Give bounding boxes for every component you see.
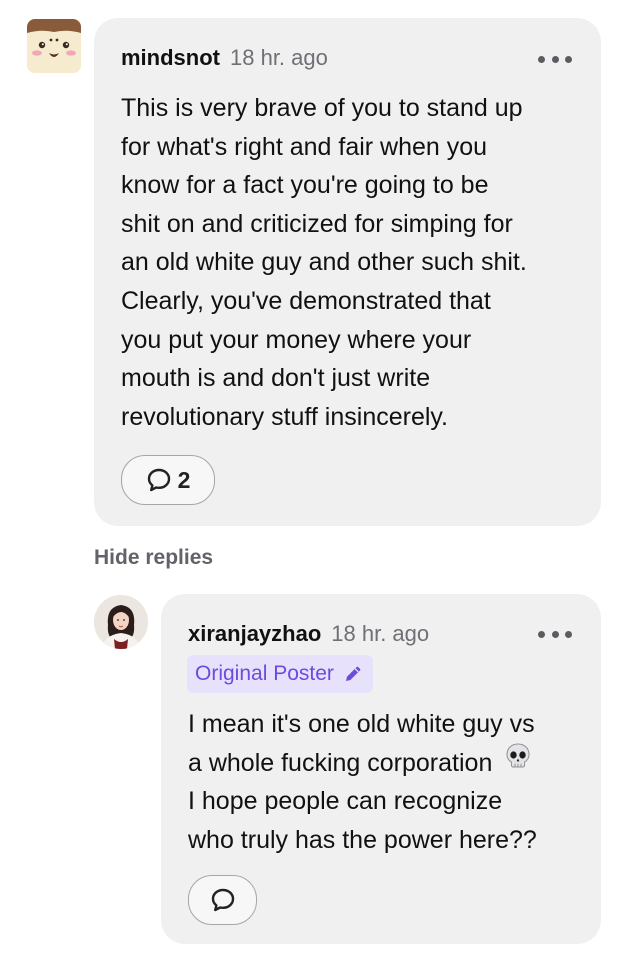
reply-line: I hope people can recognize bbox=[188, 787, 503, 816]
speech-bubble-icon bbox=[211, 888, 234, 912]
comment-line: an old white guy and other such shit. bbox=[121, 248, 527, 277]
reply-line: who truly has the power here?? bbox=[188, 825, 537, 854]
comment-header: mindsnot 18 hr. ago bbox=[121, 45, 328, 71]
comment-line: This is very brave of you to stand up bbox=[121, 94, 523, 122]
comment-line: Clearly, you've demonstrated that bbox=[121, 286, 491, 315]
comment-username[interactable]: mindsnot bbox=[121, 45, 220, 71]
comment-line: for what's right and fair when you bbox=[121, 132, 488, 161]
reply-button[interactable]: 2 bbox=[121, 455, 215, 505]
more-options-icon[interactable] bbox=[538, 53, 572, 65]
comment-line: mouth is and don't just write bbox=[121, 364, 431, 393]
comment-line: shit on and criticized for simping for bbox=[121, 209, 513, 238]
reply-line: a whole fucking corporation bbox=[188, 748, 493, 777]
cartoon-face-avatar-image bbox=[27, 19, 81, 73]
reply-body: I mean it's one old white guy vs a whole… bbox=[188, 705, 537, 859]
more-dot bbox=[551, 55, 559, 63]
reply-more-options-icon[interactable] bbox=[538, 628, 572, 640]
comment-body: This is very brave of you to stand up fo… bbox=[121, 89, 527, 436]
reply-line-with-emoji: a whole fucking corporation bbox=[188, 742, 537, 783]
more-dot bbox=[538, 630, 545, 638]
reply-count: 2 bbox=[177, 466, 191, 493]
commenter-avatar[interactable] bbox=[27, 19, 81, 73]
more-dot bbox=[565, 55, 572, 63]
reply-timestamp: 18 hr. ago bbox=[331, 621, 430, 646]
reply-author-avatar[interactable] bbox=[94, 595, 148, 649]
more-dot bbox=[551, 630, 559, 638]
reply-header: xiranjayzhao 18 hr. ago bbox=[188, 621, 429, 647]
speech-bubble-icon bbox=[147, 468, 170, 492]
more-dot bbox=[565, 630, 572, 638]
reply-line: I mean it's one old white guy vs bbox=[188, 710, 535, 738]
hide-replies-link[interactable]: Hide replies bbox=[94, 546, 213, 570]
comment-line: you put your money where your bbox=[121, 325, 472, 354]
profile-photo-image bbox=[94, 595, 148, 649]
skull-emoji-icon bbox=[504, 742, 532, 782]
reply-to-reply-button[interactable] bbox=[188, 875, 257, 925]
comment-line: know for a fact you're going to be bbox=[121, 171, 489, 200]
original-poster-badge: Original Poster bbox=[187, 655, 373, 693]
comment-line: revolutionary stuff insincerely. bbox=[121, 402, 449, 431]
more-dot bbox=[538, 55, 545, 63]
comment-timestamp: 18 hr. ago bbox=[230, 45, 328, 70]
reply-username[interactable]: xiranjayzhao bbox=[188, 621, 321, 647]
original-poster-label: Original Poster bbox=[195, 662, 334, 685]
pencil-icon bbox=[345, 666, 361, 681]
